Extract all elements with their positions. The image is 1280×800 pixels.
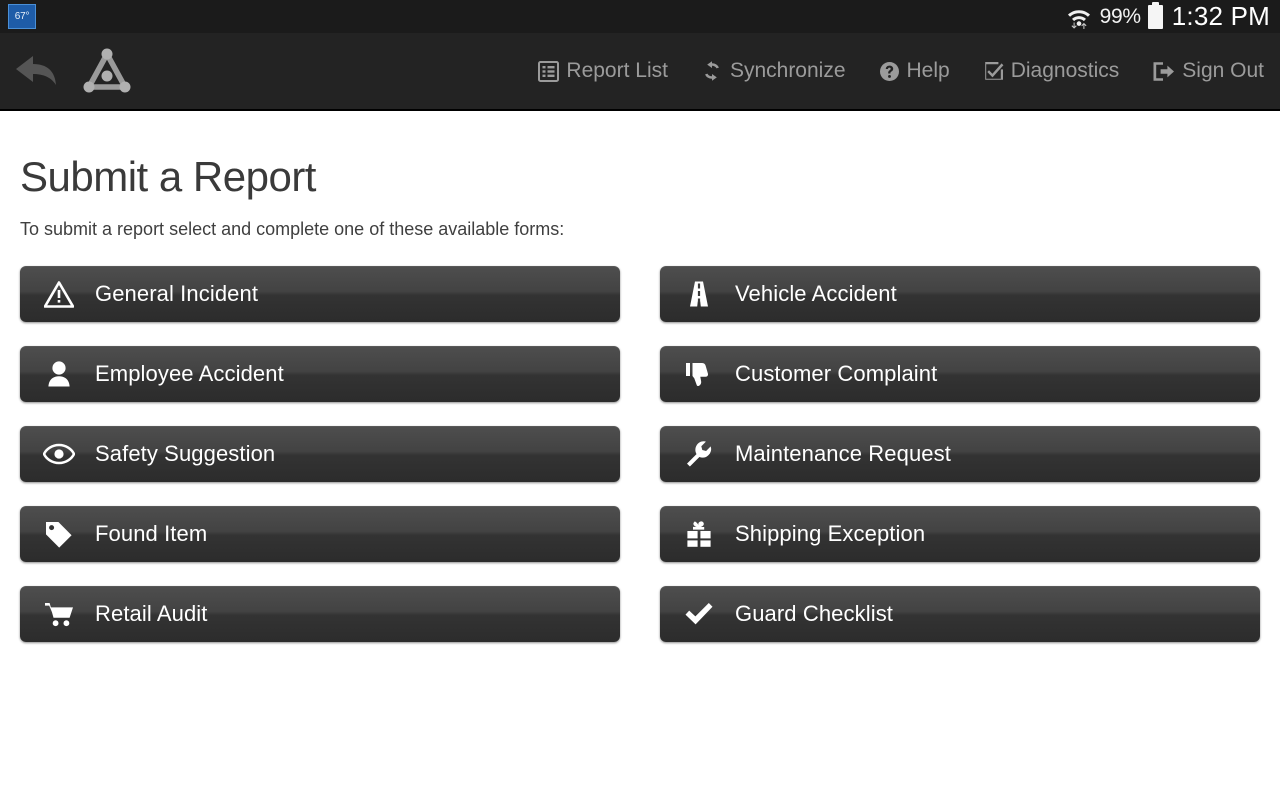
- list-icon: [538, 61, 559, 82]
- page-content: Submit a Report To submit a report selec…: [0, 153, 1280, 642]
- nav-item-report-list[interactable]: Report List: [538, 59, 668, 83]
- status-bar-clock: 1:32 PM: [1172, 1, 1270, 32]
- form-button-label: Safety Suggestion: [95, 441, 275, 467]
- gift-package-icon: [682, 520, 716, 548]
- sign-out-icon: [1152, 61, 1175, 82]
- android-status-bar: 67° 99% 1:32 PM: [0, 0, 1280, 33]
- form-button-found-item[interactable]: Found Item: [20, 506, 620, 562]
- form-button-employee-accident[interactable]: Employee Accident: [20, 346, 620, 402]
- back-arrow-icon[interactable]: [14, 52, 60, 90]
- nav-left-cluster: [0, 45, 134, 97]
- form-button-maintenance-request[interactable]: Maintenance Request: [660, 426, 1260, 482]
- nav-item-diagnostics[interactable]: Diagnostics: [983, 59, 1120, 83]
- person-icon: [42, 360, 76, 388]
- checkmark-icon: [682, 602, 716, 626]
- form-button-safety-suggestion[interactable]: Safety Suggestion: [20, 426, 620, 482]
- nav-item-label: Report List: [566, 59, 668, 83]
- check-square-icon: [983, 61, 1004, 82]
- form-button-label: General Incident: [95, 281, 258, 307]
- nav-item-label: Help: [907, 59, 950, 83]
- tag-icon: [42, 520, 76, 549]
- wifi-signal-icon: [1065, 4, 1093, 30]
- question-circle-icon: [879, 61, 900, 82]
- battery-percent-label: 99%: [1100, 5, 1141, 29]
- eye-icon: [42, 443, 76, 465]
- app-logo-triangle-icon[interactable]: [80, 45, 134, 97]
- form-button-retail-audit[interactable]: Retail Audit: [20, 586, 620, 642]
- form-button-label: Found Item: [95, 521, 207, 547]
- nav-item-synchronize[interactable]: Synchronize: [701, 59, 846, 83]
- thumbs-down-icon: [682, 361, 716, 388]
- road-icon: [682, 280, 716, 308]
- form-button-guard-checklist[interactable]: Guard Checklist: [660, 586, 1260, 642]
- refresh-sync-icon: [701, 60, 723, 82]
- form-button-general-incident[interactable]: General Incident: [20, 266, 620, 322]
- form-button-label: Retail Audit: [95, 601, 208, 627]
- form-button-label: Shipping Exception: [735, 521, 925, 547]
- form-button-grid: General Incident Vehicle Accident: [20, 266, 1260, 642]
- nav-item-label: Sign Out: [1182, 59, 1264, 83]
- form-button-customer-complaint[interactable]: Customer Complaint: [660, 346, 1260, 402]
- weather-temperature-badge[interactable]: 67°: [8, 4, 36, 29]
- page-subtitle: To submit a report select and complete o…: [20, 219, 1260, 240]
- shopping-cart-icon: [42, 601, 76, 627]
- form-button-label: Vehicle Accident: [735, 281, 897, 307]
- form-button-label: Employee Accident: [95, 361, 284, 387]
- page-title: Submit a Report: [20, 153, 1260, 201]
- form-button-label: Maintenance Request: [735, 441, 951, 467]
- nav-item-label: Diagnostics: [1011, 59, 1120, 83]
- app-navigation-bar: Report List Synchronize Help: [0, 33, 1280, 111]
- nav-item-label: Synchronize: [730, 59, 846, 83]
- nav-item-help[interactable]: Help: [879, 59, 950, 83]
- nav-menu: Report List Synchronize Help: [538, 33, 1264, 109]
- status-bar-right-cluster: 99% 1:32 PM: [1065, 1, 1270, 32]
- form-button-shipping-exception[interactable]: Shipping Exception: [660, 506, 1260, 562]
- battery-full-icon: [1148, 5, 1163, 29]
- form-button-label: Guard Checklist: [735, 601, 893, 627]
- nav-item-sign-out[interactable]: Sign Out: [1152, 59, 1264, 83]
- wrench-icon: [682, 440, 716, 468]
- form-button-vehicle-accident[interactable]: Vehicle Accident: [660, 266, 1260, 322]
- warning-triangle-icon: [42, 281, 76, 308]
- form-button-label: Customer Complaint: [735, 361, 937, 387]
